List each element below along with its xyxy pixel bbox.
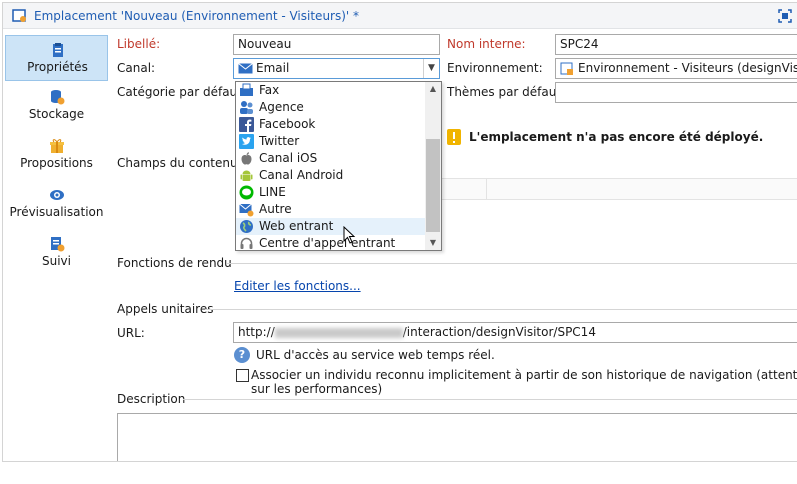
warning-icon <box>447 129 461 145</box>
dropdown-item-centre-appel[interactable]: Centre d'appel entrant <box>236 235 426 250</box>
nom-interne-field[interactable]: SPC24 <box>555 34 797 55</box>
maximize-icon[interactable] <box>777 8 793 24</box>
associer-label-line2: sur les performances) <box>251 382 383 396</box>
url-field[interactable]: http:// /interaction/designVisitor/SPC14 <box>233 322 797 343</box>
scroll-down-icon[interactable]: ▼ <box>425 236 441 250</box>
dropdown-item-canal-ios[interactable]: Canal iOS <box>236 150 426 167</box>
dropdown-item-web-entrant[interactable]: Web entrant <box>236 218 426 235</box>
sidebar-item-stockage[interactable]: Stockage <box>5 83 108 129</box>
themes-field[interactable] <box>555 82 797 103</box>
deploy-warning-text: L'emplacement n'a pas encore été déployé… <box>469 130 764 144</box>
location-editor-window: Emplacement 'Nouveau (Environnement - Vi… <box>2 2 797 462</box>
canal-label: Canal: <box>117 61 156 75</box>
scrollbar-thumb[interactable] <box>426 139 440 232</box>
scroll-up-icon[interactable]: ▲ <box>425 82 441 96</box>
canal-select[interactable]: Email ▼ <box>233 58 440 79</box>
sidebar-item-previsualisation[interactable]: Prévisualisation <box>5 181 108 227</box>
report-icon <box>51 237 65 252</box>
mouse-cursor-icon <box>343 226 356 244</box>
dropdown-item-facebook[interactable]: Facebook <box>236 116 426 133</box>
environnement-label: Environnement: <box>447 61 543 75</box>
help-icon: ? <box>234 347 250 363</box>
url-path: /interaction/designVisitor/SPC14 <box>402 325 596 339</box>
section-divider <box>205 309 797 310</box>
sidebar-item-propositions[interactable]: Propositions <box>5 132 108 178</box>
sidebar-item-label: Propositions <box>20 156 93 170</box>
environnement-field[interactable]: Environnement - Visiteurs (designVisitor… <box>555 58 797 79</box>
email-icon <box>238 63 253 74</box>
other-channel-icon <box>239 203 254 217</box>
dropdown-item-fax[interactable]: Fax <box>236 82 426 99</box>
window-title: Emplacement 'Nouveau (Environnement - Vi… <box>34 9 360 23</box>
dropdown-item-label: Twitter <box>259 134 300 148</box>
grid-column-divider <box>486 179 487 199</box>
fonctions-section-label: Fonctions de rendu <box>117 256 232 270</box>
location-icon <box>12 9 26 22</box>
dropdown-item-label: Autre <box>259 202 292 216</box>
editer-fonctions-link[interactable]: Editer les fonctions... <box>234 279 361 293</box>
database-icon <box>51 90 65 105</box>
dropdown-item-label: Web entrant <box>259 219 334 233</box>
description-textarea[interactable] <box>117 413 797 461</box>
people-icon <box>240 101 253 114</box>
gift-icon <box>50 139 64 153</box>
dropdown-scrollbar[interactable]: ▲ ▼ <box>425 82 441 250</box>
section-divider <box>183 399 797 400</box>
title-bar: Emplacement 'Nouveau (Environnement - Vi… <box>3 3 797 29</box>
url-prefix: http:// <box>238 325 275 339</box>
environment-icon <box>560 62 573 75</box>
facebook-icon <box>239 117 254 132</box>
sidebar-item-proprietes[interactable]: Propriétés <box>5 35 108 81</box>
android-icon <box>240 170 253 181</box>
twitter-icon <box>239 134 254 149</box>
description-label: Description <box>117 392 186 406</box>
categorie-label: Catégorie par défaut: <box>117 85 246 99</box>
dropdown-item-canal-android[interactable]: Canal Android <box>236 167 426 184</box>
section-divider <box>227 263 797 264</box>
dropdown-item-label: Centre d'appel entrant <box>259 236 396 250</box>
canal-value: Email <box>256 61 290 75</box>
associer-label-line1: Associer un individu reconnu impliciteme… <box>251 368 797 382</box>
dropdown-item-twitter[interactable]: Twitter <box>236 133 426 150</box>
globe-icon <box>240 220 253 233</box>
dropdown-item-label: Facebook <box>259 117 316 131</box>
canal-dropdown-list[interactable]: Fax Agence Facebook Twitter Canal iOS Ca… <box>235 81 442 251</box>
clipboard-icon <box>53 43 63 57</box>
libelle-field[interactable]: Nouveau <box>233 34 440 55</box>
apple-icon <box>241 152 252 165</box>
dropdown-item-label: Agence <box>259 100 304 114</box>
champs-section-label: Champs du contenu d <box>117 156 250 170</box>
sidebar-item-label: Prévisualisation <box>9 205 104 219</box>
sidebar-item-label: Propriétés <box>27 60 88 74</box>
dropdown-item-label: Canal iOS <box>259 151 318 165</box>
url-host-blurred <box>274 327 403 338</box>
dropdown-item-label: LINE <box>259 185 286 199</box>
libelle-label: Libellé: <box>117 37 161 51</box>
environnement-value: Environnement - Visiteurs (designVisitor… <box>578 61 797 75</box>
dropdown-item-label: Fax <box>259 83 280 97</box>
fax-icon <box>240 83 253 96</box>
dropdown-item-label: Canal Android <box>259 168 344 182</box>
dropdown-item-agence[interactable]: Agence <box>236 99 426 116</box>
themes-label: Thèmes par défaut: <box>447 85 566 99</box>
eye-icon <box>50 190 64 200</box>
headset-icon <box>240 237 253 249</box>
url-help-text: URL d'accès au service web temps réel. <box>256 348 495 362</box>
associer-checkbox[interactable] <box>236 369 249 382</box>
dropdown-item-autre[interactable]: Autre <box>236 201 426 218</box>
url-label: URL: <box>117 326 145 340</box>
sidebar: Propriétés Stockage Propositions Prévisu… <box>3 31 110 461</box>
nom-interne-label: Nom interne: <box>447 37 526 51</box>
sidebar-item-suivi[interactable]: Suivi <box>5 230 108 276</box>
dropdown-item-line[interactable]: LINE <box>236 184 426 201</box>
line-icon <box>239 185 254 200</box>
sidebar-item-label: Stockage <box>28 107 85 121</box>
appels-section-label: Appels unitaires <box>117 302 214 316</box>
chevron-down-icon[interactable]: ▼ <box>423 59 439 78</box>
sidebar-item-label: Suivi <box>42 254 71 268</box>
